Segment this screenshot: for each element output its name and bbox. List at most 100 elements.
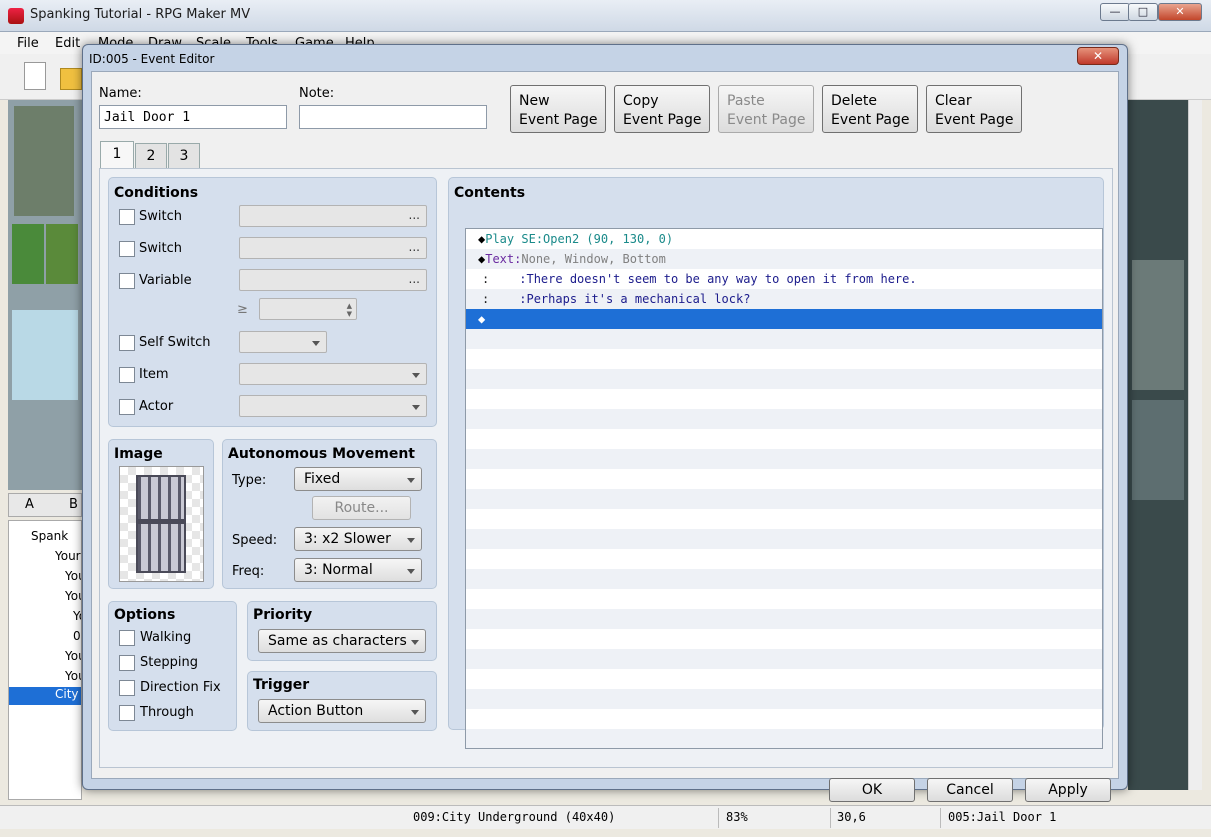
map-scrollbar[interactable] <box>1188 100 1202 790</box>
tree-item[interactable]: Your <box>55 549 81 563</box>
speed-value: 3: x2 Slower <box>304 531 391 547</box>
tree-item[interactable]: 0 <box>73 629 81 643</box>
plant-tile <box>12 224 44 284</box>
minimize-icon[interactable]: — <box>1100 3 1130 21</box>
options-title: Options <box>114 607 176 623</box>
button-label: Copy <box>623 93 659 109</box>
message-text: Perhaps it's a mechanical lock? <box>526 292 751 306</box>
status-bar: 009:City Underground (40x40) 83% 30,6 00… <box>0 805 1211 829</box>
switch2-checkbox[interactable] <box>119 241 135 257</box>
command-row-selected[interactable]: ◆ <box>466 309 1102 329</box>
apply-button[interactable]: Apply <box>1025 778 1111 802</box>
ellipsis-icon: ... <box>408 240 420 254</box>
button-label: Event Page <box>935 112 1014 128</box>
variable-checkbox[interactable] <box>119 273 135 289</box>
empty-row <box>466 529 1102 549</box>
priority-panel: Priority Same as characters <box>247 601 437 661</box>
switch1-checkbox[interactable] <box>119 209 135 225</box>
paste-event-page-button[interactable]: Paste Event Page <box>718 85 814 133</box>
menu-file[interactable]: File <box>17 36 39 51</box>
stepping-checkbox[interactable] <box>119 655 135 671</box>
menu-edit[interactable]: Edit <box>55 36 80 51</box>
tab-page-3[interactable]: 3 <box>168 143 200 169</box>
command-row[interactable]: ◆Play SE:Open2 (90, 130, 0) <box>466 229 1102 249</box>
trigger-title: Trigger <box>253 677 310 693</box>
chevron-down-icon <box>412 373 420 378</box>
dialog-body: Name: Jail Door 1 Note: New Event Page C… <box>91 71 1119 802</box>
actor-select <box>239 395 427 417</box>
name-field[interactable]: Jail Door 1 <box>99 105 287 129</box>
image-panel: Image <box>108 439 214 589</box>
priority-value: Same as characters <box>268 633 407 649</box>
through-checkbox[interactable] <box>119 705 135 721</box>
command-row[interactable]: ◆Text:None, Window, Bottom <box>466 249 1102 269</box>
route-button[interactable]: Route... <box>312 496 411 520</box>
continuation-mark: : <box>482 272 490 286</box>
command-args: Open2 (90, 130, 0) <box>543 232 674 246</box>
item-checkbox[interactable] <box>119 367 135 383</box>
new-project-icon[interactable] <box>24 62 46 90</box>
map-view[interactable] <box>1128 100 1188 790</box>
ellipsis-icon: ... <box>408 208 420 222</box>
self-switch-checkbox[interactable] <box>119 335 135 351</box>
command-row[interactable]: ::Perhaps it's a mechanical lock? <box>466 289 1102 309</box>
direction-fix-checkbox[interactable] <box>119 680 135 696</box>
tile-tabs: A B <box>8 493 82 517</box>
dialog-title: ID:005 - Event Editor <box>89 52 215 66</box>
switch2-field: ... <box>239 237 427 259</box>
tree-item[interactable]: Yo <box>73 609 81 623</box>
event-command-list[interactable]: ◆Play SE:Open2 (90, 130, 0) ◆Text:None, … <box>465 228 1103 749</box>
command-sep: : <box>535 232 544 246</box>
delete-event-page-button[interactable]: Delete Event Page <box>822 85 918 133</box>
item-label: Item <box>139 367 169 382</box>
variable-value-spinner: ▲ ▼ <box>259 298 357 320</box>
tree-item[interactable]: You <box>65 569 81 583</box>
cancel-button[interactable]: Cancel <box>927 778 1013 802</box>
chevron-down-icon <box>412 405 420 410</box>
ge-symbol: ≥ <box>237 302 248 317</box>
button-label: Event Page <box>519 112 598 128</box>
switch2-label: Switch <box>139 241 182 256</box>
tree-item[interactable]: You <box>65 649 81 663</box>
note-field[interactable] <box>299 105 487 129</box>
chevron-down-icon <box>312 341 320 346</box>
diamond-icon: ◆ <box>478 232 486 246</box>
tab-page-1[interactable]: 1 <box>100 141 134 169</box>
tileset-palette[interactable] <box>8 100 82 490</box>
status-divider <box>940 808 941 828</box>
tree-item-selected[interactable]: City <box>9 687 81 705</box>
tile-tab-b[interactable]: B <box>69 497 78 512</box>
ok-button[interactable]: OK <box>829 778 915 802</box>
tree-item[interactable]: Spank <box>31 529 68 543</box>
priority-select[interactable]: Same as characters <box>258 629 426 653</box>
tab-page-2[interactable]: 2 <box>135 143 167 169</box>
tree-item[interactable]: You <box>65 669 81 683</box>
tree-item[interactable]: You <box>65 589 81 603</box>
maximize-icon[interactable]: □ <box>1128 3 1158 21</box>
empty-row <box>466 689 1102 709</box>
app-title: Spanking Tutorial - RPG Maker MV <box>30 7 251 22</box>
status-coords: 30,6 <box>837 810 866 824</box>
walking-label: Walking <box>140 630 192 645</box>
open-folder-icon[interactable] <box>60 68 82 90</box>
type-select[interactable]: Fixed <box>294 467 422 491</box>
empty-row <box>466 569 1102 589</box>
copy-event-page-button[interactable]: Copy Event Page <box>614 85 710 133</box>
tile-tab-a[interactable]: A <box>25 497 34 512</box>
stepping-label: Stepping <box>140 655 198 670</box>
walking-checkbox[interactable] <box>119 630 135 646</box>
speed-label: Speed: <box>232 533 278 548</box>
event-image-preview[interactable] <box>119 466 204 582</box>
command-sep: : <box>519 272 527 286</box>
speed-select[interactable]: 3: x2 Slower <box>294 527 422 551</box>
empty-row <box>466 489 1102 509</box>
continuation-mark: : <box>482 292 490 306</box>
dialog-close-icon[interactable]: ✕ <box>1077 47 1119 65</box>
trigger-select[interactable]: Action Button <box>258 699 426 723</box>
clear-event-page-button[interactable]: Clear Event Page <box>926 85 1022 133</box>
command-row[interactable]: ::There doesn't seem to be any way to op… <box>466 269 1102 289</box>
actor-checkbox[interactable] <box>119 399 135 415</box>
new-event-page-button[interactable]: New Event Page <box>510 85 606 133</box>
close-icon[interactable]: ✕ <box>1158 3 1202 21</box>
freq-select[interactable]: 3: Normal <box>294 558 422 582</box>
